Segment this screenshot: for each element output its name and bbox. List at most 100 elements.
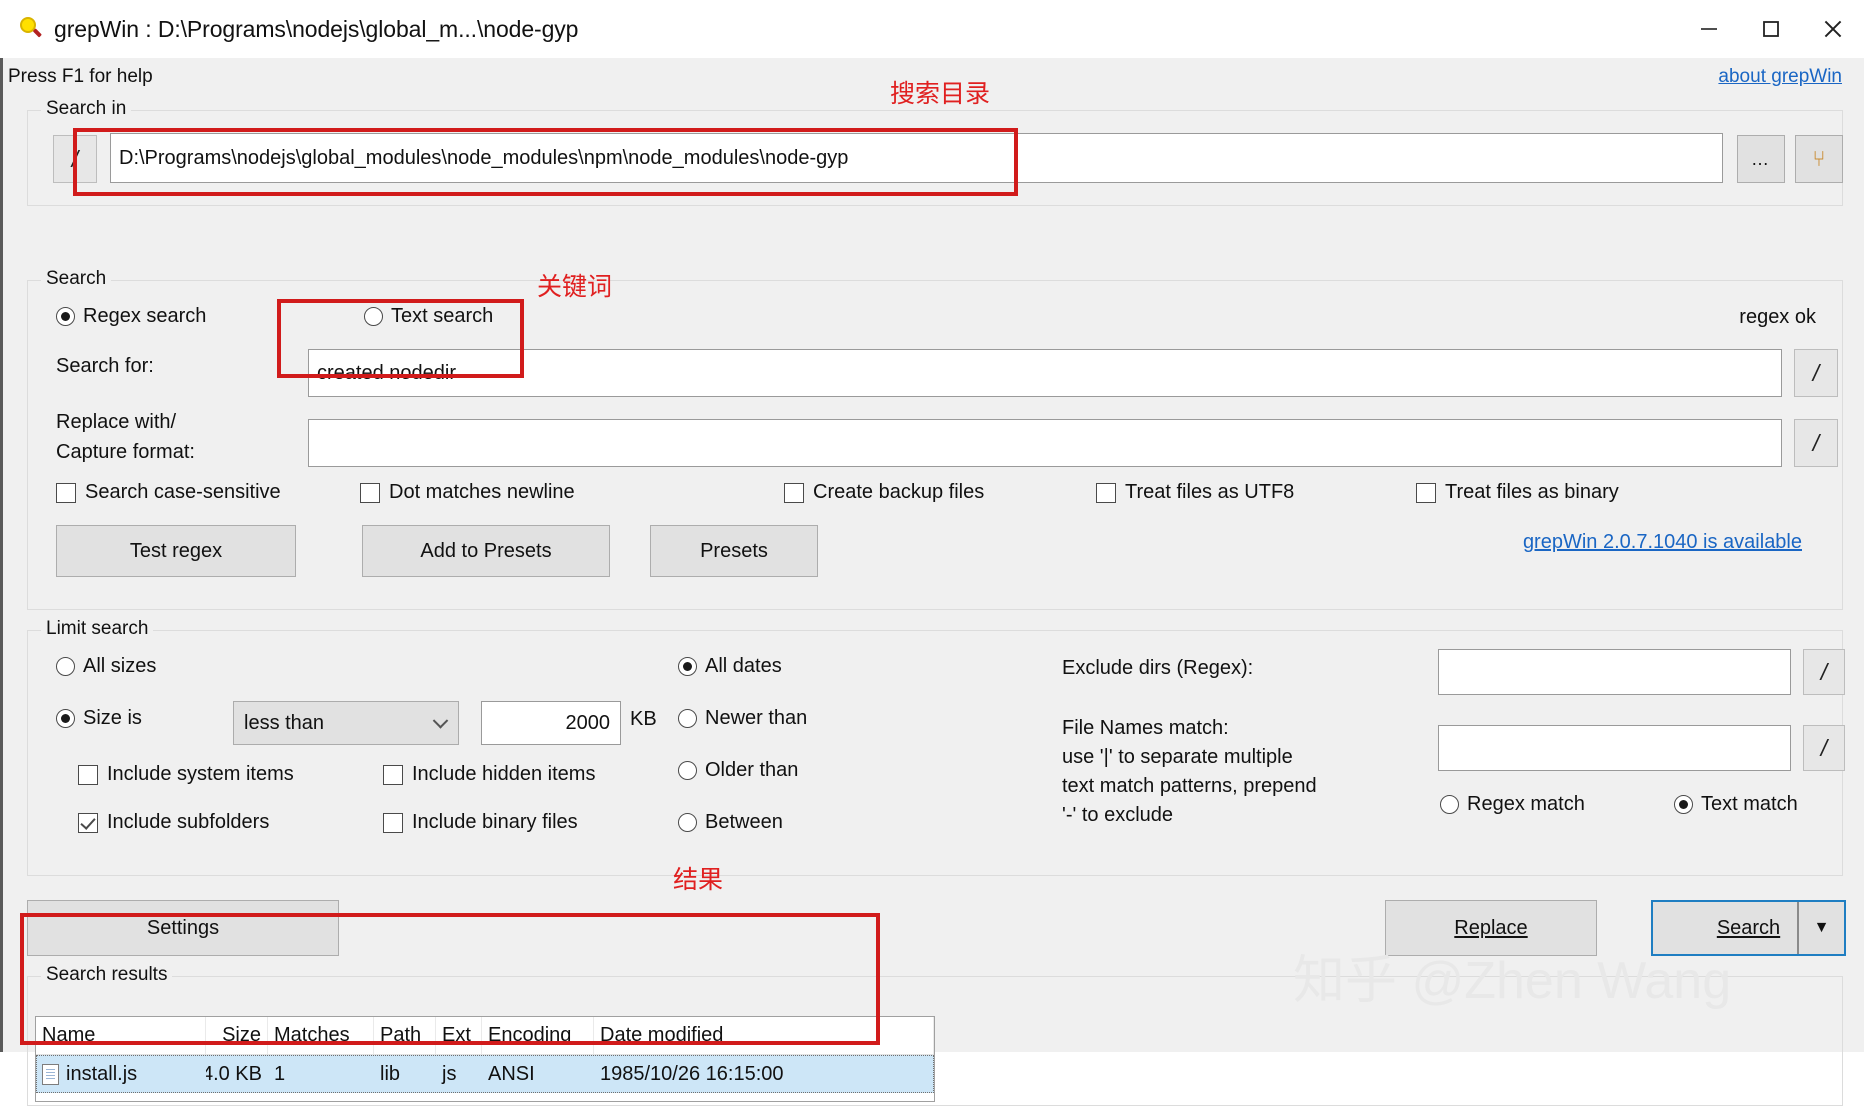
checkbox-include-subfolders[interactable]: Include subfolders xyxy=(78,811,269,834)
chevron-down-icon xyxy=(432,713,449,729)
radio-newer-than-label: Newer than xyxy=(705,707,808,729)
title-bar: grepWin : D:\Programs\nodejs\global_m...… xyxy=(0,0,1864,58)
radio-newer-than[interactable]: Newer than xyxy=(678,707,807,730)
search-for-input[interactable]: created nodedir xyxy=(308,349,1782,397)
radio-text-match-mark xyxy=(1674,795,1693,814)
radio-text-search-mark xyxy=(364,307,383,326)
maximize-button[interactable] xyxy=(1740,0,1802,58)
size-operator-select[interactable]: less than xyxy=(233,701,459,745)
radio-text-search[interactable]: Text search xyxy=(364,305,493,328)
radio-text-match[interactable]: Text match xyxy=(1674,793,1798,816)
replace-regex-button[interactable]: / xyxy=(1794,419,1838,467)
radio-all-sizes[interactable]: All sizes xyxy=(56,655,156,678)
replace-label-line1: Replace with/ xyxy=(56,411,177,433)
regex-status-label: regex ok xyxy=(1739,306,1816,328)
radio-older-than[interactable]: Older than xyxy=(678,759,798,782)
replace-with-input[interactable] xyxy=(308,419,1782,467)
file-names-label-line1: File Names match: xyxy=(1062,717,1229,739)
file-names-label-line3: text match patterns, prepend xyxy=(1062,775,1317,797)
size-unit-label: KB xyxy=(630,708,657,730)
radio-all-dates[interactable]: All dates xyxy=(678,655,782,678)
radio-all-sizes-label: All sizes xyxy=(83,655,157,677)
column-header-date-modified[interactable]: Date modified xyxy=(594,1017,934,1054)
update-available-link[interactable]: grepWin 2.0.7.1040 is available xyxy=(1523,531,1802,554)
column-header-ext[interactable]: Ext xyxy=(436,1017,482,1054)
radio-between[interactable]: Between xyxy=(678,811,783,834)
size-operator-value: less than xyxy=(244,711,325,734)
checkbox-dot-matches-newline[interactable]: Dot matches newline xyxy=(360,481,575,504)
radio-regex-search-mark xyxy=(56,307,75,326)
exclude-dirs-input[interactable] xyxy=(1438,649,1791,695)
radio-size-is[interactable]: Size is xyxy=(56,707,142,730)
checkbox-treat-files-as-binary-mark xyxy=(1416,482,1436,503)
radio-regex-search[interactable]: Regex search xyxy=(56,305,206,328)
search-in-regex-toggle-button[interactable]: / xyxy=(53,135,97,183)
radio-newer-than-mark xyxy=(678,709,697,728)
about-grepwin-link[interactable]: about grepWin xyxy=(1718,66,1842,88)
column-header-encoding[interactable]: Encoding xyxy=(482,1017,594,1054)
checkbox-create-backup-files-label: Create backup files xyxy=(813,481,985,503)
minimize-icon xyxy=(1701,28,1717,30)
table-row[interactable]: install.js 14.0 KB 1 lib js ANSI 1985/10… xyxy=(36,1055,934,1093)
checkbox-include-binary-files[interactable]: Include binary files xyxy=(383,811,578,834)
radio-all-dates-label: All dates xyxy=(705,655,782,677)
radio-regex-match[interactable]: Regex match xyxy=(1440,793,1585,816)
radio-all-dates-mark xyxy=(678,657,697,676)
replace-label-line2: Capture format: xyxy=(56,441,195,463)
search-for-label: Search for: xyxy=(56,355,154,378)
replace-button[interactable]: Replace xyxy=(1385,900,1597,956)
exclude-dirs-regex-button[interactable]: / xyxy=(1803,649,1845,695)
radio-size-is-mark xyxy=(56,709,75,728)
radio-older-than-label: Older than xyxy=(705,759,799,781)
window-controls xyxy=(1678,0,1864,58)
column-header-size[interactable]: Size xyxy=(206,1017,268,1054)
cell-date-modified: 1985/10/26 16:15:00 xyxy=(600,1062,784,1085)
search-results-list[interactable]: Name Size Matches Path Ext Encoding Date… xyxy=(35,1016,935,1102)
results-header-row: Name Size Matches Path Ext Encoding Date… xyxy=(36,1017,934,1055)
minimize-button[interactable] xyxy=(1678,0,1740,58)
checkbox-treat-files-as-binary[interactable]: Treat files as binary xyxy=(1416,481,1619,504)
close-icon xyxy=(1824,20,1842,38)
checkbox-search-case-sensitive-label: Search case-sensitive xyxy=(85,481,281,503)
search-dropdown-button[interactable]: ▼ xyxy=(1799,900,1846,956)
cell-ext: js xyxy=(442,1062,457,1085)
presets-button[interactable]: Presets xyxy=(650,525,818,577)
size-value-input[interactable]: 2000 xyxy=(481,701,621,745)
file-icon xyxy=(42,1063,59,1085)
checkbox-create-backup-files-mark xyxy=(784,482,804,503)
checkbox-search-case-sensitive[interactable]: Search case-sensitive xyxy=(56,481,281,504)
search-path-input[interactable]: D:\Programs\nodejs\global_modules\node_m… xyxy=(110,133,1723,183)
checkbox-search-case-sensitive-mark xyxy=(56,482,76,503)
checkbox-include-binary-files-label: Include binary files xyxy=(412,811,578,833)
search-for-regex-button[interactable]: / xyxy=(1794,349,1838,397)
checkbox-include-hidden-items[interactable]: Include hidden items xyxy=(383,763,595,786)
column-header-path[interactable]: Path xyxy=(374,1017,436,1054)
radio-regex-search-label: Regex search xyxy=(83,305,207,327)
exclude-dirs-label: Exclude dirs (Regex): xyxy=(1062,657,1254,679)
limit-search-legend: Limit search xyxy=(41,618,154,640)
checkbox-create-backup-files[interactable]: Create backup files xyxy=(784,481,984,504)
limit-search-group: Limit search All sizes Size is less than… xyxy=(27,618,1845,876)
browse-folder-button[interactable]: … xyxy=(1737,135,1785,183)
file-names-regex-button[interactable]: / xyxy=(1803,725,1845,771)
column-header-matches[interactable]: Matches xyxy=(268,1017,374,1054)
checkbox-include-system-items[interactable]: Include system items xyxy=(78,763,294,786)
column-header-name[interactable]: Name xyxy=(36,1017,206,1054)
cell-name-text: install.js xyxy=(66,1062,138,1085)
radio-text-match-label: Text match xyxy=(1701,793,1798,815)
cell-name: install.js xyxy=(36,1055,206,1093)
checkbox-include-subfolders-mark xyxy=(78,812,98,833)
radio-between-mark xyxy=(678,813,697,832)
folder-tree-button[interactable]: ⑂ xyxy=(1795,135,1843,183)
checkbox-include-binary-files-mark xyxy=(383,812,403,833)
search-in-group: Search in / D:\Programs\nodejs\global_mo… xyxy=(27,98,1843,206)
close-button[interactable] xyxy=(1802,0,1864,58)
add-to-presets-button[interactable]: Add to Presets xyxy=(362,525,610,577)
test-regex-button[interactable]: Test regex xyxy=(56,525,296,577)
settings-button[interactable]: Settings xyxy=(27,900,339,956)
radio-all-sizes-mark xyxy=(56,657,75,676)
checkbox-treat-files-as-utf8[interactable]: Treat files as UTF8 xyxy=(1096,481,1294,504)
file-names-match-input[interactable] xyxy=(1438,725,1791,771)
cell-encoding: ANSI xyxy=(488,1062,535,1085)
checkbox-treat-files-as-binary-label: Treat files as binary xyxy=(1445,481,1619,503)
